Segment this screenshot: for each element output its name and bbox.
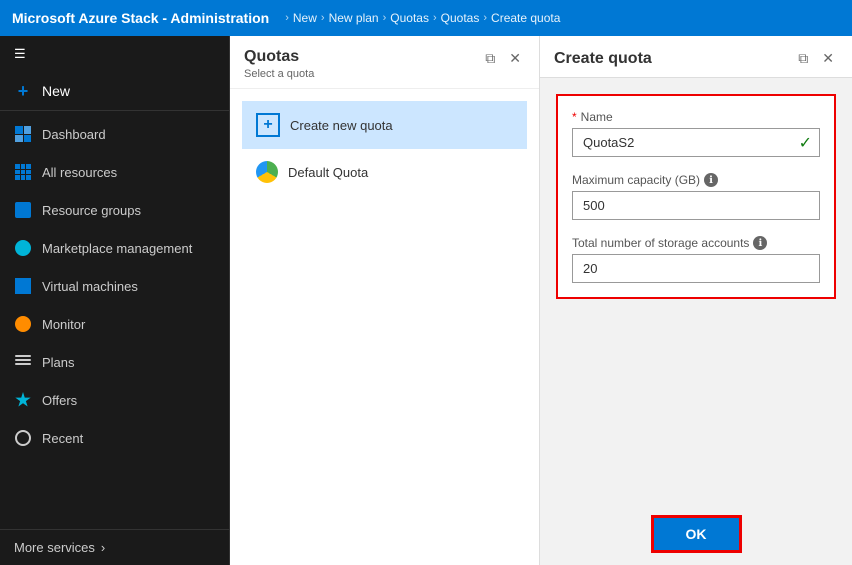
- create-panel-title: Create quota: [554, 50, 652, 68]
- quotas-panel-title: Quotas: [244, 48, 314, 66]
- all-resources-icon: [14, 163, 32, 181]
- sidebar-item-all-resources[interactable]: All resources: [0, 153, 229, 191]
- storage-accounts-label: Total number of storage accounts ℹ: [572, 236, 820, 250]
- marketplace-icon: [14, 239, 32, 257]
- name-input[interactable]: [572, 128, 820, 157]
- chevron-right-icon: ›: [101, 540, 105, 555]
- offers-icon: [14, 391, 32, 409]
- resource-groups-icon: [14, 201, 32, 219]
- dashboard-icon: [14, 125, 32, 143]
- footer-area: OK: [540, 503, 852, 565]
- create-panel-restore-button[interactable]: ⧉: [794, 48, 812, 69]
- quota-pie-icon: [256, 161, 278, 183]
- sidebar-item-new[interactable]: + New: [0, 72, 229, 111]
- sidebar-item-monitor[interactable]: Monitor: [0, 305, 229, 343]
- sidebar: ☰ + New Dashboard: [0, 36, 230, 565]
- name-check-icon: ✓: [799, 133, 812, 153]
- default-quota-item[interactable]: Default Quota: [242, 151, 527, 193]
- quotas-panel-body: + Create new quota Default Quota: [230, 89, 539, 565]
- plans-label: Plans: [42, 355, 75, 370]
- capacity-info-icon[interactable]: ℹ: [704, 173, 718, 187]
- hamburger-icon: ☰: [14, 46, 26, 61]
- breadcrumb: › New › New plan › Quotas › Quotas › Cre…: [285, 11, 560, 25]
- plus-icon: +: [14, 82, 32, 100]
- ok-button[interactable]: OK: [651, 515, 742, 553]
- dashboard-label: Dashboard: [42, 127, 106, 142]
- capacity-label: Maximum capacity (GB) ℹ: [572, 173, 820, 187]
- new-label: New: [42, 83, 70, 99]
- marketplace-label: Marketplace management: [42, 241, 192, 256]
- monitor-label: Monitor: [42, 317, 85, 332]
- virtual-machines-icon: [14, 277, 32, 295]
- sidebar-item-virtual-machines[interactable]: Virtual machines: [0, 267, 229, 305]
- create-panel-body: * Name ✓ Maximum capacity (GB) ℹ: [540, 78, 852, 503]
- storage-accounts-info-icon[interactable]: ℹ: [753, 236, 767, 250]
- hamburger-menu[interactable]: ☰: [0, 36, 229, 72]
- sidebar-item-dashboard[interactable]: Dashboard: [0, 115, 229, 153]
- capacity-input[interactable]: [572, 191, 820, 220]
- main-layout: ☰ + New Dashboard: [0, 36, 852, 565]
- sidebar-item-recent[interactable]: Recent: [0, 419, 229, 457]
- quotas-panel-subtitle: Select a quota: [244, 68, 314, 80]
- more-services[interactable]: More services ›: [0, 529, 229, 565]
- name-required-indicator: *: [572, 110, 577, 124]
- sidebar-item-plans[interactable]: Plans: [0, 343, 229, 381]
- create-quota-panel: Create quota ⧉ ✕ * Name: [540, 36, 852, 565]
- create-new-quota-button[interactable]: + Create new quota: [242, 101, 527, 149]
- storage-accounts-input[interactable]: [572, 254, 820, 283]
- breadcrumb-createquota: Create quota: [491, 11, 560, 25]
- quotas-restore-button[interactable]: ⧉: [481, 48, 499, 69]
- default-quota-label: Default Quota: [288, 165, 368, 180]
- monitor-icon: [14, 315, 32, 333]
- resource-groups-label: Resource groups: [42, 203, 141, 218]
- all-resources-label: All resources: [42, 165, 117, 180]
- sidebar-item-offers[interactable]: Offers: [0, 381, 229, 419]
- breadcrumb-quotas2: Quotas: [441, 11, 480, 25]
- create-panel-header: Create quota ⧉ ✕: [540, 36, 852, 78]
- form-section: * Name ✓ Maximum capacity (GB) ℹ: [556, 94, 836, 299]
- app-title: Microsoft Azure Stack - Administration: [12, 10, 269, 26]
- recent-label: Recent: [42, 431, 83, 446]
- quotas-panel: Quotas Select a quota ⧉ ✕ + Create new q…: [230, 36, 540, 565]
- breadcrumb-new: New: [293, 11, 317, 25]
- create-quota-label: Create new quota: [290, 118, 393, 133]
- breadcrumb-newplan: New plan: [329, 11, 379, 25]
- virtual-machines-label: Virtual machines: [42, 279, 138, 294]
- create-quota-plus-icon: +: [256, 113, 280, 137]
- capacity-field: Maximum capacity (GB) ℹ: [572, 173, 820, 220]
- topbar: Microsoft Azure Stack - Administration ›…: [0, 0, 852, 36]
- sidebar-item-marketplace[interactable]: Marketplace management: [0, 229, 229, 267]
- more-services-label: More services: [14, 540, 95, 555]
- create-panel-close-button[interactable]: ✕: [818, 48, 838, 69]
- offers-label: Offers: [42, 393, 77, 408]
- breadcrumb-quotas1: Quotas: [390, 11, 429, 25]
- content-area: Quotas Select a quota ⧉ ✕ + Create new q…: [230, 36, 852, 565]
- recent-icon: [14, 429, 32, 447]
- quotas-close-button[interactable]: ✕: [505, 48, 525, 69]
- sidebar-item-resource-groups[interactable]: Resource groups: [0, 191, 229, 229]
- quotas-panel-header: Quotas Select a quota ⧉ ✕: [230, 36, 539, 89]
- plans-icon: [14, 353, 32, 371]
- name-label: * Name: [572, 110, 820, 124]
- name-field: * Name ✓: [572, 110, 820, 157]
- storage-accounts-field: Total number of storage accounts ℹ: [572, 236, 820, 283]
